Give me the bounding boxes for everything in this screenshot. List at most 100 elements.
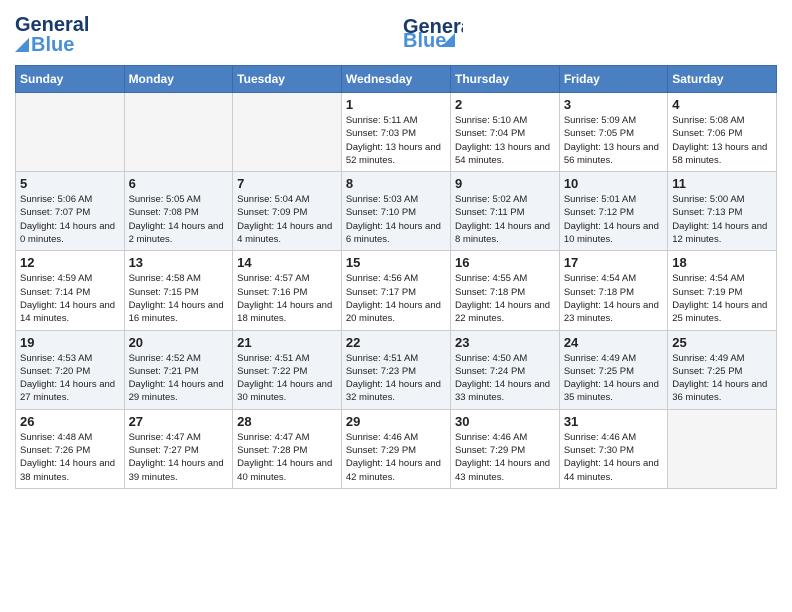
day-info: Sunrise: 5:02 AMSunset: 7:11 PMDaylight:… — [455, 193, 555, 246]
calendar-cell: 30 Sunrise: 4:46 AMSunset: 7:29 PMDayligh… — [450, 409, 559, 488]
calendar-header-row: SundayMondayTuesdayWednesdayThursdayFrid… — [16, 66, 777, 93]
day-info: Sunrise: 5:06 AMSunset: 7:07 PMDaylight:… — [20, 193, 120, 246]
day-number: 30 — [455, 414, 555, 429]
calendar-cell: 21 Sunrise: 4:51 AMSunset: 7:22 PMDayligh… — [233, 330, 342, 409]
calendar-cell: 2Sunrise: 5:10 AMSunset: 7:04 PMDaylight… — [450, 93, 559, 172]
calendar-cell: 4 Sunrise: 5:08 AMSunset: 7:06 PMDaylight… — [668, 93, 777, 172]
calendar-cell: 13 Sunrise: 4:58 AMSunset: 7:15 PMDayligh… — [124, 251, 233, 330]
calendar-week-row: 5 Sunrise: 5:06 AMSunset: 7:07 PMDaylight… — [16, 172, 777, 251]
calendar-cell: 24Sunrise: 4:49 AMSunset: 7:25 PMDayligh… — [559, 330, 667, 409]
calendar-cell: 25 Sunrise: 4:49 AMSunset: 7:25 PMDayligh… — [668, 330, 777, 409]
calendar-cell: 18Sunrise: 4:54 AMSunset: 7:19 PMDayligh… — [668, 251, 777, 330]
day-info: Sunrise: 4:49 AMSunset: 7:25 PMDaylight:… — [564, 352, 663, 405]
col-header-wednesday: Wednesday — [341, 66, 450, 93]
calendar-cell: 23 Sunrise: 4:50 AMSunset: 7:24 PMDayligh… — [450, 330, 559, 409]
day-info: Sunrise: 4:46 AMSunset: 7:30 PMDaylight:… — [564, 431, 663, 484]
day-info: Sunrise: 4:57 AMSunset: 7:16 PMDaylight:… — [237, 272, 337, 325]
day-info: Sunrise: 5:04 AMSunset: 7:09 PMDaylight:… — [237, 193, 337, 246]
calendar-cell: 19 Sunrise: 4:53 AMSunset: 7:20 PMDayligh… — [16, 330, 125, 409]
day-info: Sunrise: 5:10 AMSunset: 7:04 PMDaylight:… — [455, 114, 555, 167]
calendar-cell: 16 Sunrise: 4:55 AMSunset: 7:18 PMDayligh… — [450, 251, 559, 330]
day-info: Sunrise: 4:59 AMSunset: 7:14 PMDaylight:… — [20, 272, 120, 325]
calendar-cell: 7 Sunrise: 5:04 AMSunset: 7:09 PMDaylight… — [233, 172, 342, 251]
day-info: Sunrise: 5:03 AMSunset: 7:10 PMDaylight:… — [346, 193, 446, 246]
calendar-cell: 10 Sunrise: 5:01 AMSunset: 7:12 PMDayligh… — [559, 172, 667, 251]
day-number: 25 — [672, 335, 772, 350]
col-header-friday: Friday — [559, 66, 667, 93]
day-info: Sunrise: 5:01 AMSunset: 7:12 PMDaylight:… — [564, 193, 663, 246]
day-info: Sunrise: 4:52 AMSunset: 7:21 PMDaylight:… — [129, 352, 229, 405]
calendar-cell: 27Sunrise: 4:47 AMSunset: 7:27 PMDayligh… — [124, 409, 233, 488]
logo: General Blue — [15, 15, 89, 55]
day-number: 5 — [20, 176, 120, 191]
day-number: 10 — [564, 176, 663, 191]
day-number: 15 — [346, 255, 446, 270]
calendar-cell: 6Sunrise: 5:05 AMSunset: 7:08 PMDaylight… — [124, 172, 233, 251]
day-info: Sunrise: 4:46 AMSunset: 7:29 PMDaylight:… — [455, 431, 555, 484]
day-info: Sunrise: 4:54 AMSunset: 7:19 PMDaylight:… — [672, 272, 772, 325]
logo-full-icon: General Blue — [403, 11, 463, 47]
calendar-cell: 12Sunrise: 4:59 AMSunset: 7:14 PMDayligh… — [16, 251, 125, 330]
calendar-cell: 3 Sunrise: 5:09 AMSunset: 7:05 PMDaylight… — [559, 93, 667, 172]
day-number: 29 — [346, 414, 446, 429]
calendar-cell — [16, 93, 125, 172]
day-number: 16 — [455, 255, 555, 270]
day-number: 14 — [237, 255, 337, 270]
day-number: 23 — [455, 335, 555, 350]
col-header-monday: Monday — [124, 66, 233, 93]
day-info: Sunrise: 4:56 AMSunset: 7:17 PMDaylight:… — [346, 272, 446, 325]
day-number: 7 — [237, 176, 337, 191]
day-number: 3 — [564, 97, 663, 112]
day-number: 11 — [672, 176, 772, 191]
day-info: Sunrise: 4:50 AMSunset: 7:24 PMDaylight:… — [455, 352, 555, 405]
calendar-table: SundayMondayTuesdayWednesdayThursdayFrid… — [15, 65, 777, 489]
day-number: 17 — [564, 255, 663, 270]
day-number: 13 — [129, 255, 229, 270]
col-header-tuesday: Tuesday — [233, 66, 342, 93]
calendar-cell: 20 Sunrise: 4:52 AMSunset: 7:21 PMDayligh… — [124, 330, 233, 409]
day-number: 20 — [129, 335, 229, 350]
day-info: Sunrise: 5:11 AMSunset: 7:03 PMDaylight:… — [346, 114, 446, 167]
calendar-cell: 26 Sunrise: 4:48 AMSunset: 7:26 PMDayligh… — [16, 409, 125, 488]
page-header: General Blue General Blue — [15, 15, 777, 55]
day-info: Sunrise: 5:09 AMSunset: 7:05 PMDaylight:… — [564, 114, 663, 167]
calendar-cell: 9 Sunrise: 5:02 AMSunset: 7:11 PMDaylight… — [450, 172, 559, 251]
day-number: 19 — [20, 335, 120, 350]
day-number: 26 — [20, 414, 120, 429]
calendar-cell: 5 Sunrise: 5:06 AMSunset: 7:07 PMDaylight… — [16, 172, 125, 251]
calendar-week-row: 19 Sunrise: 4:53 AMSunset: 7:20 PMDayligh… — [16, 330, 777, 409]
day-info: Sunrise: 4:48 AMSunset: 7:26 PMDaylight:… — [20, 431, 120, 484]
day-info: Sunrise: 4:54 AMSunset: 7:18 PMDaylight:… — [564, 272, 663, 325]
logo-general-text: General — [15, 15, 89, 35]
calendar-week-row: 1 Sunrise: 5:11 AMSunset: 7:03 PMDaylight… — [16, 93, 777, 172]
day-number: 9 — [455, 176, 555, 191]
day-number: 8 — [346, 176, 446, 191]
calendar-cell: 31 Sunrise: 4:46 AMSunset: 7:30 PMDayligh… — [559, 409, 667, 488]
day-info: Sunrise: 5:08 AMSunset: 7:06 PMDaylight:… — [672, 114, 772, 167]
col-header-thursday: Thursday — [450, 66, 559, 93]
day-info: Sunrise: 4:53 AMSunset: 7:20 PMDaylight:… — [20, 352, 120, 405]
day-info: Sunrise: 4:46 AMSunset: 7:29 PMDaylight:… — [346, 431, 446, 484]
day-info: Sunrise: 4:47 AMSunset: 7:27 PMDaylight:… — [129, 431, 229, 484]
day-number: 4 — [672, 97, 772, 112]
day-number: 28 — [237, 414, 337, 429]
day-number: 21 — [237, 335, 337, 350]
col-header-sunday: Sunday — [16, 66, 125, 93]
calendar-cell: 17 Sunrise: 4:54 AMSunset: 7:18 PMDayligh… — [559, 251, 667, 330]
calendar-cell: 14 Sunrise: 4:57 AMSunset: 7:16 PMDayligh… — [233, 251, 342, 330]
logo-blue-text: Blue — [31, 35, 74, 55]
calendar-cell: 8 Sunrise: 5:03 AMSunset: 7:10 PMDaylight… — [341, 172, 450, 251]
day-info: Sunrise: 4:51 AMSunset: 7:23 PMDaylight:… — [346, 352, 446, 405]
calendar-cell: 1 Sunrise: 5:11 AMSunset: 7:03 PMDaylight… — [341, 93, 450, 172]
logo-triangle-icon — [15, 38, 29, 52]
svg-text:Blue: Blue — [403, 30, 446, 47]
day-info: Sunrise: 4:55 AMSunset: 7:18 PMDaylight:… — [455, 272, 555, 325]
day-info: Sunrise: 5:05 AMSunset: 7:08 PMDaylight:… — [129, 193, 229, 246]
day-info: Sunrise: 5:00 AMSunset: 7:13 PMDaylight:… — [672, 193, 772, 246]
day-info: Sunrise: 4:51 AMSunset: 7:22 PMDaylight:… — [237, 352, 337, 405]
day-number: 1 — [346, 97, 446, 112]
day-info: Sunrise: 4:58 AMSunset: 7:15 PMDaylight:… — [129, 272, 229, 325]
day-info: Sunrise: 4:49 AMSunset: 7:25 PMDaylight:… — [672, 352, 772, 405]
day-number: 31 — [564, 414, 663, 429]
calendar-week-row: 12Sunrise: 4:59 AMSunset: 7:14 PMDayligh… — [16, 251, 777, 330]
